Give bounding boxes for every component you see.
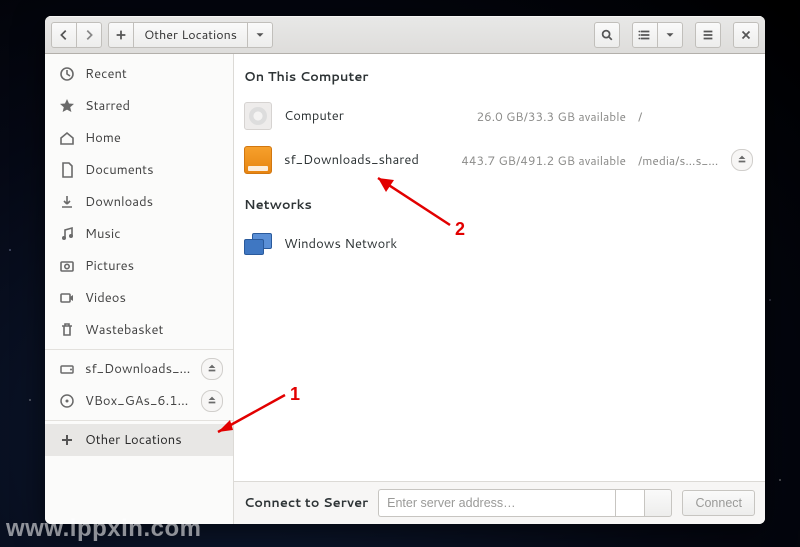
window-body: Recent Starred Home Documents Downloads … — [45, 54, 765, 524]
back-button[interactable] — [51, 22, 77, 48]
sidebar-item-label: Wastebasket — [85, 321, 223, 339]
home-icon — [59, 130, 75, 146]
hamburger-menu-button[interactable] — [695, 22, 721, 48]
sidebar-mount-sf-downloads-shared[interactable]: sf_Downloads_shared — [45, 353, 233, 385]
eject-icon — [207, 360, 217, 378]
path-label: Other Locations — [144, 26, 237, 44]
sidebar-item-recent[interactable]: Recent — [45, 58, 233, 90]
sidebar-item-music[interactable]: Music — [45, 218, 233, 250]
file-manager-window: Other Locations — [45, 16, 765, 524]
sidebar-item-label: Documents — [85, 161, 223, 179]
sidebar-item-label: Downloads — [85, 193, 223, 211]
sidebar-item-pictures[interactable]: Pictures — [45, 250, 233, 282]
eject-icon — [737, 151, 747, 169]
sidebar-mount-vbox-gas[interactable]: VBox_GAs_6.1.16 — [45, 385, 233, 417]
view-options-button[interactable] — [657, 22, 683, 48]
location-row-sf-downloads-shared[interactable]: sf_Downloads_shared 443.7 GB/491.2 GB av… — [234, 138, 765, 182]
path-segment-other-locations[interactable]: Other Locations — [133, 22, 248, 48]
sidebar-item-other-locations[interactable]: Other Locations — [45, 424, 233, 456]
sidebar-item-wastebasket[interactable]: Wastebasket — [45, 314, 233, 346]
location-path: /media/s…s_shared — [638, 152, 719, 169]
view-switcher — [632, 22, 683, 48]
server-history-button[interactable] — [644, 489, 672, 517]
sidebar-separator — [45, 420, 233, 421]
sidebar-item-videos[interactable]: Videos — [45, 282, 233, 314]
drive-icon — [59, 361, 75, 377]
sidebar-item-label: Pictures — [85, 257, 223, 275]
chevron-right-icon — [82, 28, 96, 42]
location-path: / — [638, 108, 719, 125]
plus-icon — [59, 432, 75, 448]
star-icon — [59, 98, 75, 114]
sidebar-item-label: VBox_GAs_6.1.16 — [85, 392, 191, 410]
headerbar: Other Locations — [45, 16, 765, 54]
nav-buttons — [51, 22, 102, 48]
close-window-button[interactable] — [733, 22, 759, 48]
server-address-input[interactable] — [378, 489, 615, 517]
connect-button-label: Connect — [695, 496, 742, 510]
camera-icon — [59, 258, 75, 274]
list-view-icon — [638, 28, 652, 42]
video-icon — [59, 290, 75, 306]
forward-button[interactable] — [76, 22, 102, 48]
sidebar-item-label: Other Locations — [85, 431, 223, 449]
server-help-button[interactable] — [615, 489, 644, 517]
path-bar: Other Locations — [108, 22, 273, 48]
sidebar-item-starred[interactable]: Starred — [45, 90, 233, 122]
sidebar-item-label: Home — [85, 129, 223, 147]
sidebar-item-home[interactable]: Home — [45, 122, 233, 154]
hamburger-icon — [701, 28, 715, 42]
location-available: 443.7 GB/491.2 GB available — [446, 152, 626, 169]
path-dropdown-button[interactable] — [247, 22, 273, 48]
location-name: Computer — [284, 107, 434, 125]
plus-icon — [114, 28, 128, 42]
eject-button[interactable] — [201, 390, 223, 412]
network-row-windows[interactable]: Windows Network — [234, 222, 765, 266]
download-icon — [59, 194, 75, 210]
sidebar-separator — [45, 349, 233, 350]
network-name: Windows Network — [284, 235, 755, 253]
clock-icon — [59, 66, 75, 82]
places-sidebar: Recent Starred Home Documents Downloads … — [45, 54, 234, 524]
list-view-button[interactable] — [632, 22, 658, 48]
sidebar-item-label: Music — [85, 225, 223, 243]
server-address-box — [378, 489, 672, 517]
document-icon — [59, 162, 75, 178]
eject-icon — [207, 392, 217, 410]
search-button[interactable] — [594, 22, 620, 48]
sidebar-item-label: Recent — [85, 65, 223, 83]
external-drive-icon — [244, 146, 272, 174]
disc-icon — [59, 393, 75, 409]
close-icon — [739, 28, 753, 42]
location-row-computer[interactable]: Computer 26.0 GB/33.3 GB available / — [234, 94, 765, 138]
sidebar-item-label: Starred — [85, 97, 223, 115]
location-available: 26.0 GB/33.3 GB available — [446, 108, 626, 125]
harddisk-icon — [244, 102, 272, 130]
eject-button[interactable] — [731, 149, 753, 171]
sidebar-item-label: Videos — [85, 289, 223, 307]
connect-to-server-bar: Connect to Server Connect — [234, 481, 765, 524]
network-icon — [244, 230, 272, 258]
section-on-this-computer: On This Computer — [234, 54, 765, 94]
location-name: sf_Downloads_shared — [284, 151, 434, 169]
chevron-left-icon — [57, 28, 71, 42]
triangle-down-icon — [253, 28, 267, 42]
other-locations-view: On This Computer Computer 26.0 GB/33.3 G… — [234, 54, 765, 524]
sidebar-item-downloads[interactable]: Downloads — [45, 186, 233, 218]
watermark-text: www.lppxin.com — [6, 517, 201, 541]
sidebar-item-documents[interactable]: Documents — [45, 154, 233, 186]
music-icon — [59, 226, 75, 242]
path-add-button[interactable] — [108, 22, 134, 48]
eject-button[interactable] — [201, 358, 223, 380]
search-icon — [600, 28, 614, 42]
section-networks: Networks — [234, 182, 765, 222]
connect-label: Connect to Server — [244, 494, 368, 512]
sidebar-item-label: sf_Downloads_shared — [85, 360, 191, 378]
trash-icon — [59, 322, 75, 338]
connect-button[interactable]: Connect — [682, 490, 755, 516]
triangle-down-icon — [663, 28, 677, 42]
